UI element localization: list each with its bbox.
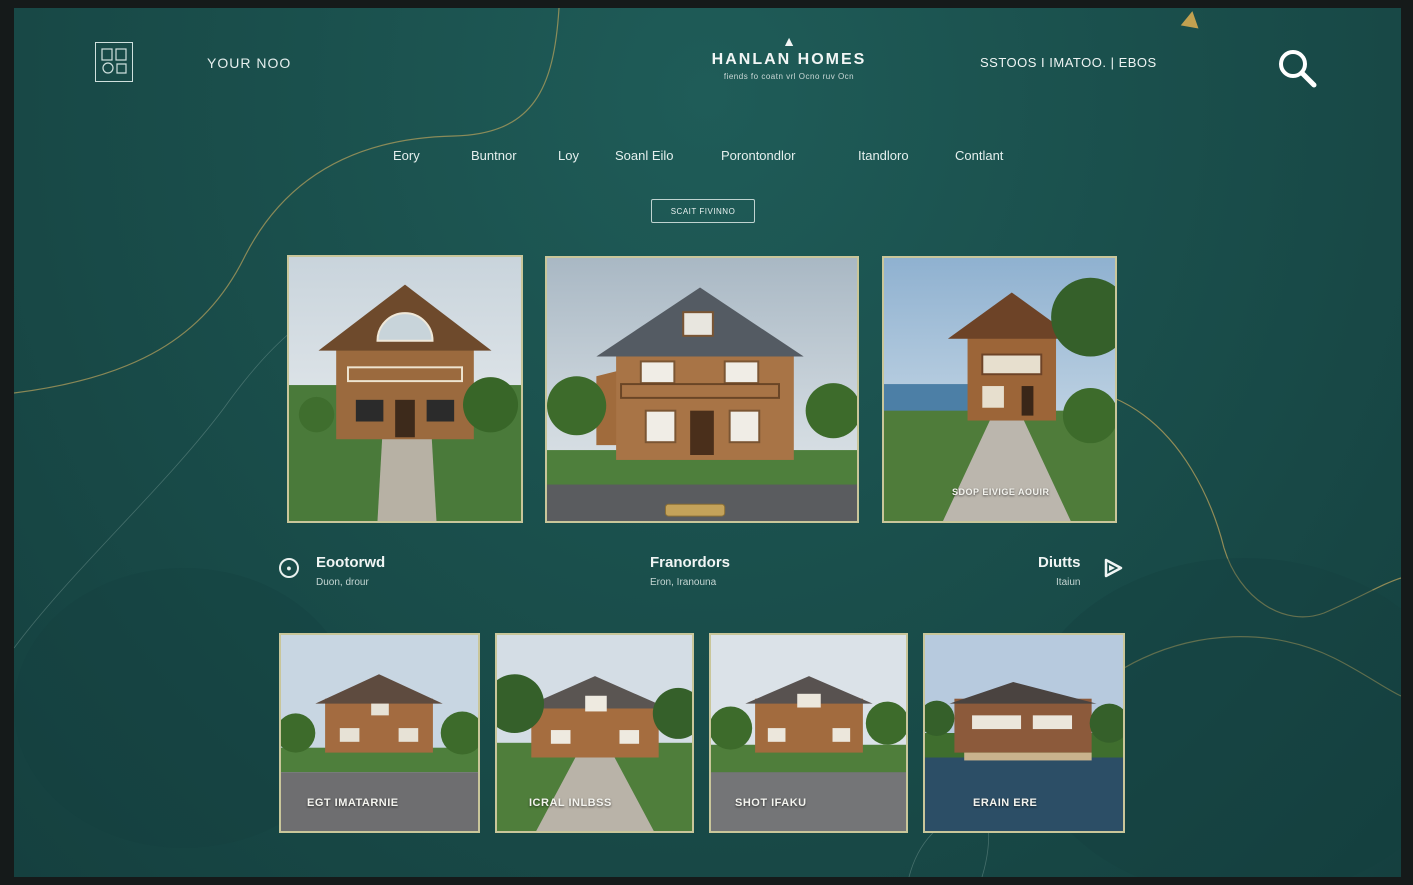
cta-button[interactable]: SCAIT FIVINNO (651, 199, 755, 223)
brand-symbol-icon: ▲ (782, 33, 796, 49)
info-right-sub: Itaiun (1056, 577, 1081, 588)
corner-accent-icon (1180, 9, 1202, 29)
nav-item-7[interactable]: Contlant (955, 148, 1003, 163)
house-photo (289, 257, 521, 521)
grid-card-2[interactable]: ICRAL INLBSS (495, 633, 694, 833)
main-nav: Eory Buntnor Loy Soanl Eilo Porontondlor… (14, 148, 1401, 168)
featured-card-1[interactable] (287, 255, 523, 523)
grid-card-caption: ERAIN ERE (973, 797, 1038, 809)
nav-item-5[interactable]: Porontondlor (721, 148, 795, 163)
grid-card-caption: ICRAL INLBSS (529, 797, 612, 809)
featured-card-2[interactable] (545, 256, 859, 523)
grid-card-3[interactable]: SHOT IFAKU (709, 633, 908, 833)
info-center: Franordors Eron, Iranouna (650, 554, 730, 588)
nav-item-6[interactable]: Itandloro (858, 148, 909, 163)
info-left: Eootorwd Duon, drour (316, 554, 385, 588)
info-right-title: Diutts (1038, 554, 1081, 571)
logo-text[interactable]: YOUR NOO (207, 55, 291, 71)
house-photo (884, 258, 1115, 521)
nav-item-4[interactable]: Soanl Eilo (615, 148, 674, 163)
nav-item-3[interactable]: Loy (558, 148, 579, 163)
brand-tagline: fiends fo coatn vrl Ocno ruv Ocn (723, 72, 855, 81)
info-right: Diutts Itaiun (1038, 554, 1081, 588)
nav-item-1[interactable]: Eory (393, 148, 420, 163)
header-links[interactable]: SSTOOS I IMATOO. | EBOS (980, 55, 1157, 70)
featured-card-3[interactable]: SDOP EIVIGE AOUIR (882, 256, 1117, 523)
search-icon[interactable] (1276, 47, 1318, 89)
grid-card-1[interactable]: EGT IMATARNIE (279, 633, 480, 833)
info-left-sub: Duon, drour (316, 577, 369, 588)
brand-block[interactable]: ▲ HANLAN HOMES fiends fo coatn vrl Ocno … (554, 33, 1024, 81)
info-center-sub: Eron, Iranouna (650, 577, 717, 588)
brand-name: HANLAN HOMES (711, 51, 867, 68)
info-center-title: Franordors (650, 554, 731, 571)
circle-icon[interactable]: ● (279, 558, 299, 578)
play-icon[interactable] (1102, 557, 1124, 579)
grid-card-caption: EGT IMATARNIE (307, 797, 399, 809)
nav-item-2[interactable]: Buntnor (471, 148, 517, 163)
page-frame: YOUR NOO ▲ HANLAN HOMES fiends fo coatn … (14, 8, 1401, 877)
grid-card-4[interactable]: ERAIN ERE (923, 633, 1125, 833)
info-left-title: Eootorwd (316, 554, 386, 571)
featured-card-caption: SDOP EIVIGE AOUIR (952, 487, 1050, 497)
grid-card-caption: SHOT IFAKU (735, 797, 807, 809)
house-photo (547, 258, 857, 521)
logo-icon[interactable] (95, 42, 133, 82)
